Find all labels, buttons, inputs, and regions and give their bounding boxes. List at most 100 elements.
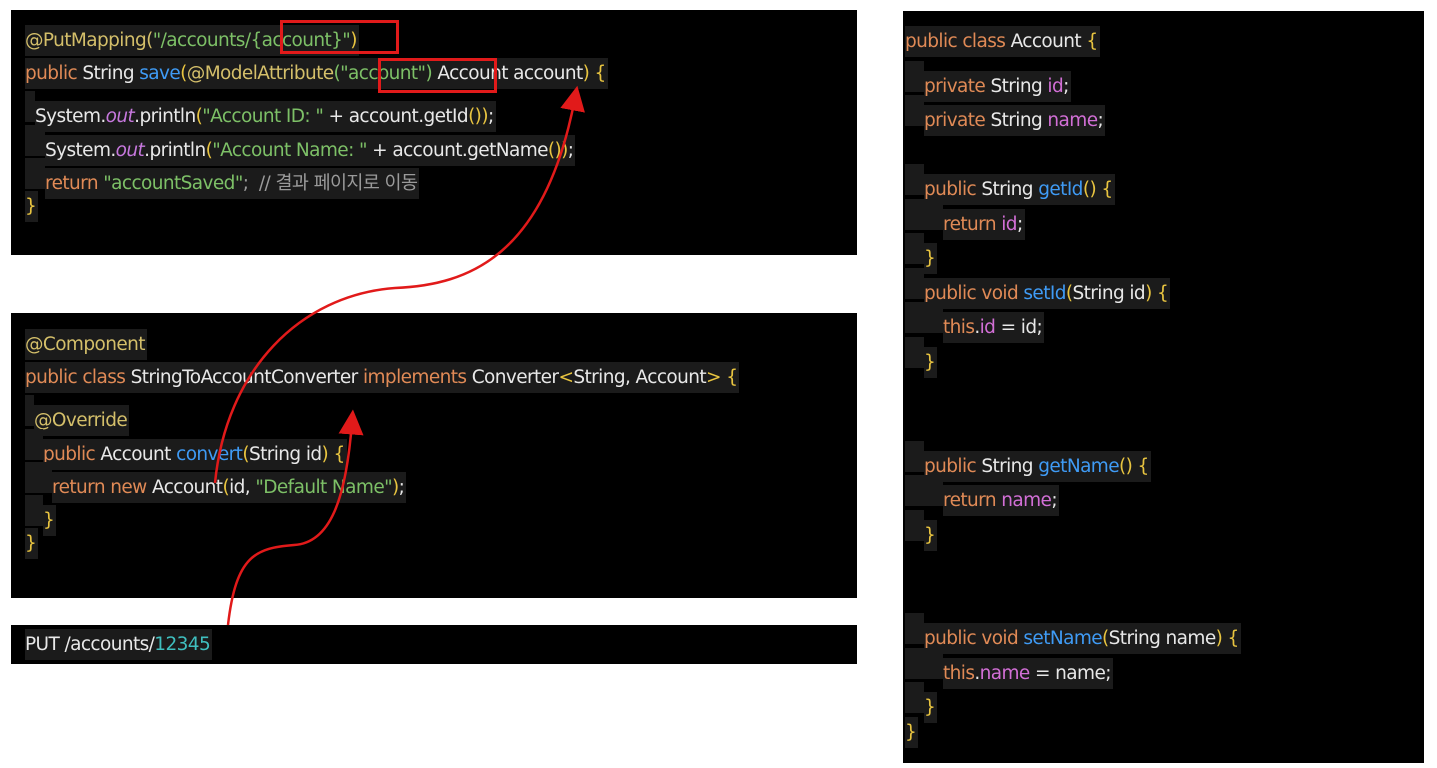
code-token: public xyxy=(924,455,982,477)
code-token: "Default Name" xyxy=(255,476,393,498)
code-line: @Override xyxy=(25,395,130,437)
code-token: Converter xyxy=(471,367,559,389)
code-token: < xyxy=(558,367,574,389)
indent-guide xyxy=(25,428,43,460)
code-text: return name; xyxy=(943,485,1059,517)
code-token: String id xyxy=(1072,282,1146,304)
code-line: return name; xyxy=(905,475,1059,517)
code-token: id, xyxy=(229,476,256,498)
code-token: } xyxy=(924,697,936,719)
indent-guide xyxy=(905,302,943,334)
code-token: getId xyxy=(1038,179,1083,201)
code-token: ; xyxy=(398,476,405,498)
code-token: String xyxy=(981,179,1039,201)
indent-guide xyxy=(905,60,924,92)
indent-guide xyxy=(25,395,34,427)
indent-guide xyxy=(905,336,924,368)
path-variable-highlight-box xyxy=(280,20,399,54)
code-line: } xyxy=(25,528,39,560)
code-token: ( xyxy=(1102,628,1109,650)
code-line: } xyxy=(905,336,938,378)
code-line: return "accountSaved"; // 결과 페이지로 이동 xyxy=(25,157,420,199)
code-token: () xyxy=(1082,179,1097,201)
code-token: } xyxy=(25,533,37,555)
code-token: return xyxy=(45,172,104,194)
indent-guide xyxy=(25,91,35,123)
code-token: "/accounts xyxy=(152,30,246,51)
code-token: } xyxy=(924,351,936,373)
code-token: { xyxy=(1096,179,1113,201)
code-token: getName xyxy=(1038,455,1120,477)
code-token: ; xyxy=(567,139,574,161)
code-line: public String save(@ModelAttribute("acco… xyxy=(25,58,608,90)
code-line: } xyxy=(905,233,938,275)
code-token: public xyxy=(924,179,982,201)
code-token: name xyxy=(1047,110,1098,132)
code-token: ) xyxy=(1145,282,1152,304)
code-token: > xyxy=(706,367,722,389)
code-line: public void setId(String id) { xyxy=(905,267,1171,309)
code-line: this.id = id; xyxy=(905,302,1045,344)
code-token: { xyxy=(589,63,607,85)
code-token: } xyxy=(43,510,55,531)
code-line: @Component xyxy=(25,329,147,360)
converter-code-panel: @Component public class StringToAccountCo… xyxy=(11,313,857,598)
code-token: return xyxy=(943,213,1002,235)
code-token: String name xyxy=(1108,628,1217,650)
code-token: Account xyxy=(1010,31,1087,52)
indent-guide xyxy=(905,233,924,265)
code-line: public String getName() { xyxy=(905,440,1151,482)
code-token: () xyxy=(547,139,562,161)
indent-guide xyxy=(905,613,924,645)
code-token: private xyxy=(924,110,991,132)
code-text: @Component xyxy=(25,329,147,360)
code-token: return xyxy=(943,490,1002,512)
code-token: String xyxy=(77,63,140,85)
code-token: this xyxy=(943,317,975,339)
code-line: private String id; xyxy=(905,60,1071,102)
request-code-panel: PUT /accounts/12345 xyxy=(11,625,857,664)
code-token: String, Account xyxy=(573,367,707,389)
code-text: this.id = id; xyxy=(943,312,1045,344)
code-token: Account xyxy=(151,476,223,498)
code-token: } xyxy=(924,248,936,270)
code-token: public void xyxy=(924,628,1024,650)
code-token: name xyxy=(979,662,1031,684)
code-token: public xyxy=(25,63,78,85)
code-token: ( xyxy=(180,63,187,85)
code-text: } xyxy=(43,505,57,536)
indent-guide xyxy=(25,461,52,493)
code-line: private String name; xyxy=(905,95,1106,137)
code-token: return new xyxy=(52,476,152,498)
code-token: { xyxy=(1086,31,1098,52)
code-line: System.out.println("Account ID: " + acco… xyxy=(25,91,496,133)
code-token: save xyxy=(139,63,181,85)
code-line: return new Account(id, "Default Name"); xyxy=(25,461,407,503)
code-line: public class Account { xyxy=(905,26,1100,57)
code-text: return id; xyxy=(943,208,1025,240)
code-token: private xyxy=(924,75,991,97)
code-token: { xyxy=(1222,628,1240,650)
code-token: name xyxy=(1001,490,1052,512)
indent-guide xyxy=(905,198,943,230)
code-text: } xyxy=(924,692,938,724)
controller-code-panel: @PutMapping("/accounts/{account}") public… xyxy=(11,10,857,255)
code-token: String xyxy=(990,75,1048,97)
code-token: implements xyxy=(362,367,472,389)
code-token: { xyxy=(1132,455,1150,477)
code-text: return "accountSaved"; // 결과 페이지로 이동 xyxy=(45,167,420,199)
code-line: PUT /accounts/12345 xyxy=(25,629,213,660)
indent-guide xyxy=(905,440,924,472)
indent-guide xyxy=(905,267,924,299)
code-text: } xyxy=(924,519,938,551)
code-line: return id; xyxy=(905,198,1025,240)
code-token: 12345 xyxy=(154,634,211,655)
code-text: } xyxy=(905,717,919,748)
code-token: ; // 결과 페이지로 이동 xyxy=(242,172,418,194)
code-token: () xyxy=(1119,455,1133,477)
indent-guide xyxy=(905,682,924,714)
code-token: public void xyxy=(924,282,1024,304)
code-text: this.name = name; xyxy=(943,657,1113,689)
code-token: @PutMapping( xyxy=(25,30,153,51)
indent-guide xyxy=(905,509,924,541)
